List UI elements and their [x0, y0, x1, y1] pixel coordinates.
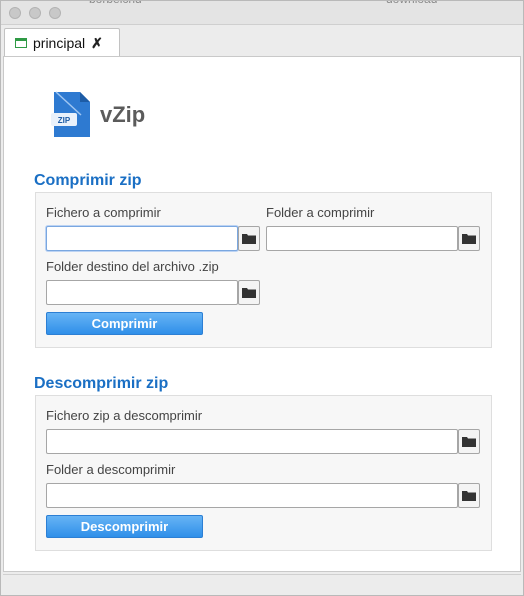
folder-icon	[462, 437, 476, 447]
folder-icon	[462, 491, 476, 501]
background-window-text: borbeichd	[89, 1, 142, 6]
compress-button[interactable]: Comprimir	[46, 312, 203, 335]
zip-file-icon: ZIP	[51, 91, 90, 137]
background-window-text: download	[386, 1, 437, 6]
zip-file-label: Fichero zip a descomprimir	[46, 408, 203, 423]
decompress-folder-label: Folder a descomprimir	[46, 462, 176, 477]
browse-file-to-compress-button[interactable]	[238, 226, 260, 251]
app-title: vZip	[100, 102, 146, 127]
browse-folder-to-compress-button[interactable]	[458, 226, 480, 251]
destination-folder-label: Folder destino del archivo .zip	[46, 259, 219, 274]
compress-section-title: Comprimir zip	[34, 172, 142, 189]
browse-zip-file-button[interactable]	[458, 429, 480, 454]
file-to-compress-label: Fichero a comprimir	[46, 205, 161, 220]
decompress-section-title: Descomprimir zip	[34, 375, 169, 392]
app-window: borbeichd download principal ✗ ZIP vZip …	[0, 0, 524, 596]
close-tab-icon[interactable]: ✗	[91, 35, 103, 52]
tab-label: principal	[33, 35, 86, 51]
close-window-button[interactable]	[9, 7, 21, 19]
zip-file-input[interactable]	[46, 429, 458, 454]
folder-icon	[462, 234, 476, 244]
browse-decompress-folder-button[interactable]	[458, 483, 480, 508]
folder-icon	[242, 288, 256, 298]
window-icon	[15, 38, 27, 48]
zoom-window-button[interactable]	[49, 7, 61, 19]
main-panel: ZIP vZip Comprimir zip Fichero a comprim…	[3, 56, 521, 572]
browse-destination-folder-button[interactable]	[238, 280, 260, 305]
file-to-compress-input[interactable]	[46, 226, 238, 251]
tab-bar: principal ✗	[1, 25, 523, 57]
folder-icon	[242, 234, 256, 244]
decompress-folder-input[interactable]	[46, 483, 458, 508]
title-bar: borbeichd download	[1, 1, 523, 25]
tab-principal[interactable]: principal ✗	[4, 28, 120, 57]
logo-text: ZIP	[58, 116, 71, 125]
decompress-panel: Fichero zip a descomprimir Folder a desc…	[35, 395, 492, 551]
compress-panel: Fichero a comprimir Folder a comprimir F…	[35, 192, 492, 348]
status-bar	[3, 574, 521, 594]
destination-folder-input[interactable]	[46, 280, 238, 305]
folder-to-compress-input[interactable]	[266, 226, 458, 251]
folder-to-compress-label: Folder a comprimir	[266, 205, 375, 220]
minimize-window-button[interactable]	[29, 7, 41, 19]
decompress-button[interactable]: Descomprimir	[46, 515, 203, 538]
